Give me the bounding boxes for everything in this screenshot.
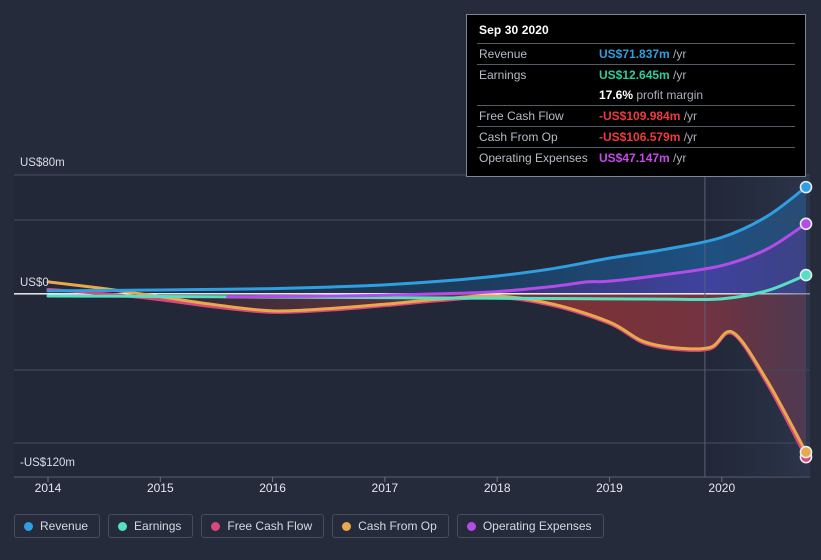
legend-color-dot-icon xyxy=(342,521,352,531)
legend-color-dot-icon xyxy=(24,521,33,531)
tooltip-row-label xyxy=(477,85,599,106)
legend-item-label: Free Cash Flow xyxy=(227,519,313,533)
legend-color-dot-icon xyxy=(466,521,476,531)
tooltip-row-value: US$71.837m /yr xyxy=(599,44,795,65)
financial-chart: US$80m US$0 -US$120m 2014 2015 2016 2017 2018 20… xyxy=(0,0,821,560)
tooltip-row-label: Cash From Op xyxy=(479,130,558,144)
tooltip-row-value: -US$109.984m /yr xyxy=(599,106,795,127)
x-axis-label-2015: 2015 xyxy=(147,481,174,495)
tooltip-row: 17.6% profit margin xyxy=(477,85,795,106)
tooltip-value-text: US$12.645m xyxy=(599,68,670,82)
legend-item-operating-expenses[interactable]: Operating Expenses xyxy=(456,514,604,538)
legend-color-dot-icon xyxy=(211,521,221,531)
endpoint-marker-revenue[interactable] xyxy=(799,180,813,194)
legend-item-cash-from-op[interactable]: Cash From Op xyxy=(332,514,449,538)
legend-item-label: Earnings xyxy=(134,519,182,533)
tooltip-row: Free Cash Flow -US$109.984m /yr xyxy=(477,105,795,127)
tooltip-row-label: Operating Expenses xyxy=(479,151,588,165)
tooltip-row-value: 17.6% profit margin xyxy=(599,85,795,106)
tooltip-value-text: 17.6% xyxy=(599,88,634,102)
tooltip-value-text: US$47.147m xyxy=(599,151,670,165)
tooltip-row-value: -US$106.579m /yr xyxy=(599,127,795,148)
tooltip-row: Revenue US$71.837m /yr xyxy=(477,43,795,65)
tooltip-row-label: Revenue xyxy=(479,47,528,61)
tooltip-value-text: -US$106.579m xyxy=(599,130,681,144)
legend-item-revenue[interactable]: Revenue xyxy=(14,514,101,538)
tooltip-value-unit: /yr xyxy=(669,47,687,61)
tooltip-row: Earnings US$12.645m /yr xyxy=(477,64,795,86)
x-axis-label-2014: 2014 xyxy=(35,481,62,495)
tooltip-row: Cash From Op -US$106.579m /yr xyxy=(477,126,795,148)
tooltip-row-value: US$12.645m /yr xyxy=(599,65,795,86)
tooltip-value-unit: /yr xyxy=(680,130,698,144)
tooltip-row-label: Free Cash Flow xyxy=(479,109,564,123)
tooltip-table: Revenue US$71.837m /yr Earnings US$12.645m … xyxy=(477,43,795,168)
tooltip-value-unit: /yr xyxy=(680,109,698,123)
legend-item-label: Revenue xyxy=(40,519,89,533)
tooltip-value-unit: /yr xyxy=(669,151,687,165)
tooltip-value-unit: profit margin xyxy=(633,88,704,102)
legend-item-free-cash-flow[interactable]: Free Cash Flow xyxy=(201,514,325,538)
tooltip-row-value: US$47.147m /yr xyxy=(599,148,795,169)
tooltip-row: Operating Expenses US$47.147m /yr xyxy=(477,147,795,169)
x-axis-label-2017: 2017 xyxy=(372,481,399,495)
tooltip-value-text: -US$109.984m xyxy=(599,109,681,123)
y-axis-label-2: -US$120m xyxy=(20,457,75,469)
x-axis-label-2020: 2020 xyxy=(708,481,735,495)
tooltip-value-text: US$71.837m xyxy=(599,47,670,61)
endpoint-marker-operating-expenses[interactable] xyxy=(799,217,813,231)
tooltip-row-label: Earnings xyxy=(479,68,527,82)
x-axis-label-2019: 2019 xyxy=(596,481,623,495)
endpoint-marker-cash-from-op[interactable] xyxy=(799,445,813,459)
chart-legend[interactable]: Revenue Earnings Free Cash Flow Cash From O… xyxy=(14,514,604,538)
y-axis-label-1: US$0 xyxy=(20,277,49,289)
endpoint-marker-earnings[interactable] xyxy=(799,268,813,282)
legend-item-earnings[interactable]: Earnings xyxy=(108,514,194,538)
x-axis-label-2016: 2016 xyxy=(259,481,286,495)
x-axis-label-2018: 2018 xyxy=(484,481,511,495)
legend-item-label: Cash From Op xyxy=(358,519,437,533)
legend-color-dot-icon xyxy=(118,521,128,531)
legend-item-label: Operating Expenses xyxy=(482,519,592,533)
tooltip-value-unit: /yr xyxy=(669,68,687,82)
chart-tooltip: Sep 30 2020 Revenue US$71.837m /yr Earning… xyxy=(466,14,806,177)
tooltip-date: Sep 30 2020 xyxy=(479,23,549,37)
y-axis-label-0: US$80m xyxy=(20,157,65,169)
